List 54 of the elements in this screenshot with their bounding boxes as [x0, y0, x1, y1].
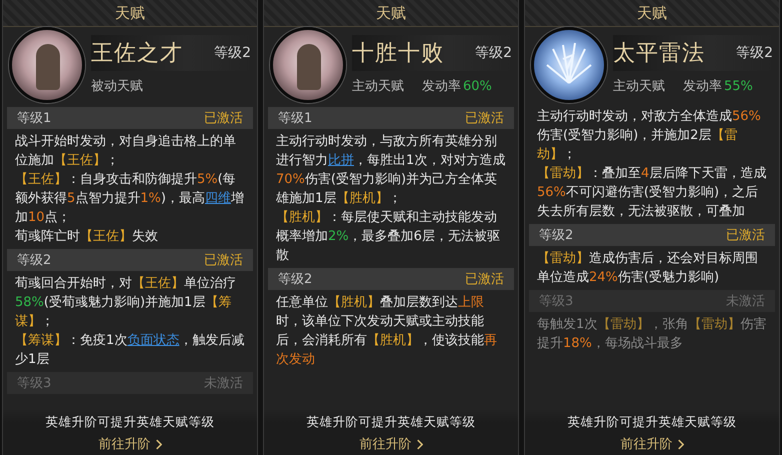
talent-description: 任意单位【胜机】叠加层数到达上限 时，该单位下次发动天赋或主动技能后，会消耗所有【胜机】，使该技能再次发动: [275, 294, 498, 369]
card-title: 天赋: [525, 0, 779, 27]
level-label: 等级2: [17, 252, 52, 269]
talent-type: 被动天赋: [91, 78, 143, 95]
talent-description: 主动行动时发动，与敌方所有英雄分别进行智力 比拼，每胜出1次，对对方造成 70%伤害(受智力影响)并为己方全体英雄施加1层【胜机】；: [275, 133, 506, 208]
level-status: 已激活: [204, 252, 243, 269]
level-status: 已激活: [726, 227, 765, 244]
talent-level: 等级2: [736, 44, 773, 62]
talent-name: 十胜十败: [352, 40, 445, 68]
level-label: 等级1: [278, 110, 312, 127]
level-label: 等级2: [539, 227, 574, 244]
term-link[interactable]: 比拼: [328, 153, 354, 168]
talent-level: 等级2: [475, 44, 512, 62]
talent-description: 每触发1次【雷劫】，张角【雷劫】伤害提升18%，每场战斗最多: [536, 316, 768, 353]
upgrade-link[interactable]: 前往升阶: [620, 435, 684, 453]
talent-description: 荀彧回合开始时，对【王佐】单位治疗 58%(受荀彧魅力影响)并施加1层【筹谋】；: [14, 275, 237, 331]
level-label: 等级3: [17, 375, 52, 392]
talent-description: 【雷劫】：叠加至4层后降下天雷，造成 56%不可闪避伤害(受智力影响)，之后失去所有层数，无法被驱散，可叠加: [536, 165, 768, 221]
chevron-right-icon: [416, 438, 422, 450]
talent-description: 【筹谋】：免疫1次负面状态，触发后减少1层: [14, 332, 246, 369]
term-link[interactable]: 四维: [204, 191, 231, 206]
upgrade-hint: 英雄升阶可提升英雄天赋等级: [568, 414, 736, 431]
talent-level: 等级2: [214, 44, 251, 62]
talent-type: 主动天赋: [613, 78, 665, 95]
level-status: 已激活: [204, 110, 243, 127]
level-status: 已激活: [465, 110, 504, 127]
trigger-rate-label: 发动率: [422, 78, 461, 95]
talent-description: 【胜机】：每层使天赋和主动技能发动概率增加2%，最多叠加6层，无法被驱散: [275, 209, 501, 265]
level-label: 等级2: [278, 271, 312, 288]
talent-type: 主动天赋: [352, 78, 404, 95]
upgrade-link[interactable]: 前往升阶: [98, 435, 162, 453]
chevron-right-icon: [154, 438, 162, 450]
level-label: 等级3: [539, 293, 574, 310]
talent-description: 【雷劫】造成伤害后，还会对目标周围单位造成24%伤害(受魅力影响): [536, 250, 759, 287]
talent-name: 太平雷法: [613, 40, 706, 68]
trigger-rate-value: 55%: [724, 78, 753, 94]
upgrade-link[interactable]: 前往升阶: [360, 435, 422, 453]
talent-description: 荀彧阵亡时【王佐】失效: [14, 228, 159, 246]
talent-name: 王佐之才: [91, 40, 184, 68]
card-title: 天赋: [264, 0, 518, 27]
level-status: 未激活: [726, 293, 765, 310]
upgrade-hint: 英雄升阶可提升英雄天赋等级: [306, 414, 476, 431]
upgrade-hint: 英雄升阶可提升英雄天赋等级: [46, 414, 214, 431]
trigger-rate-value: 60%: [463, 78, 492, 94]
level-status: 已激活: [465, 271, 504, 288]
level-status: 未激活: [204, 375, 243, 392]
level-label: 等级1: [17, 110, 52, 127]
talent-description: 战斗开始时发动，对自身追击格上的单位施加【王佐】；: [14, 133, 237, 170]
chevron-right-icon: [676, 438, 684, 450]
term-link[interactable]: 负面状态: [127, 333, 180, 348]
talent-description: 主动行动时发动，对敌方全体造成56% 伤害(受智力影响)，并施加2层【雷劫】；: [536, 108, 762, 164]
trigger-rate-label: 发动率: [683, 78, 722, 95]
talent-description: 【王佐】：自身攻击和防御提升5%(每额外获得5点智力提升1%)，最高四维增加10点；: [14, 171, 245, 227]
card-title: 天赋: [3, 0, 257, 27]
